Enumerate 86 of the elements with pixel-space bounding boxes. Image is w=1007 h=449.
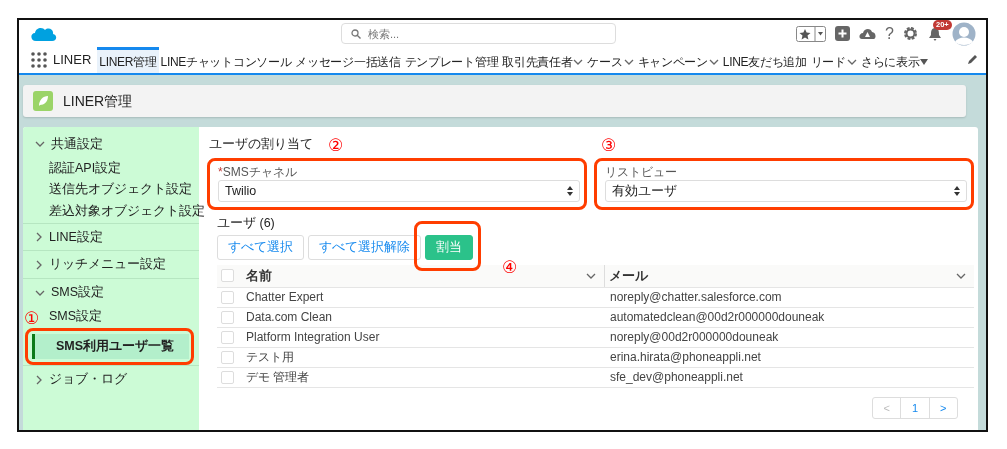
field-label: SMSチャネル	[222, 165, 297, 179]
nav-tab[interactable]: リード	[808, 47, 859, 73]
caret-down-icon	[920, 58, 929, 65]
column-title: メール	[609, 267, 648, 285]
table-cell-text: noreply@chatter.salesforce.com	[609, 289, 783, 307]
settings-icon[interactable]	[903, 26, 918, 41]
section-label: ジョブ・ログ	[49, 371, 127, 389]
select-field[interactable]: Twilio	[218, 180, 580, 203]
nav-tab[interactable]: 取引先責任者	[500, 47, 586, 73]
row-checkbox[interactable]	[221, 370, 234, 384]
chevron-down-icon[interactable]	[573, 57, 584, 66]
table-cell-text: Platform Integration User	[245, 329, 381, 347]
nav-tab[interactable]: LINEチャットコンソール	[158, 47, 294, 73]
nav-tab[interactable]: ケース	[585, 47, 636, 73]
annotation-number: ③	[601, 137, 617, 154]
nav-tab[interactable]: テンプレート管理	[402, 47, 501, 73]
pencil-icon[interactable]	[966, 54, 978, 66]
table-cell-text: Chatter Expert	[245, 289, 325, 307]
page-number-button[interactable]: 1	[900, 397, 929, 418]
bell-icon[interactable]	[927, 25, 943, 42]
table-cell-text: Data.com Clean	[245, 309, 334, 327]
chevron-down-icon[interactable]	[623, 57, 634, 66]
select-field[interactable]: 有効ユーザ	[605, 180, 967, 203]
nav-tab[interactable]: キャンペーン	[635, 47, 721, 73]
table-cell-text: sfe_dev@phoneappli.net	[609, 369, 744, 387]
annotation-number: ②	[328, 137, 344, 154]
annotation-number: ④	[502, 259, 518, 277]
users-count-label: ユーザ (6)	[217, 215, 276, 233]
table-cell-text: automatedclean@00d2r000000douneak	[609, 309, 826, 327]
annotation-number: ①	[24, 309, 40, 327]
sort-arrows-icon	[567, 186, 573, 197]
chevron-down-icon[interactable]	[956, 271, 966, 280]
search-icon	[351, 29, 361, 39]
row-checkbox[interactable]	[221, 350, 234, 364]
sidebar-item[interactable]: 認証API設定	[47, 157, 124, 180]
section-heading: ユーザの割り当て	[209, 135, 313, 153]
sidebar-item[interactable]: SMS利用ユーザ一覧	[32, 333, 189, 360]
sidebar-item[interactable]: 送信先オブジェクト設定	[47, 179, 194, 201]
nav-tab[interactable]: LINER管理	[97, 47, 159, 73]
nav-tab[interactable]: LINE友だち追加	[720, 47, 809, 73]
sidebar-section[interactable]: SMS設定	[23, 279, 199, 306]
more-tab[interactable]: さらに表示	[858, 47, 931, 73]
action-button[interactable]: すべて選択	[217, 235, 304, 260]
row-checkbox[interactable]	[221, 290, 234, 304]
help-icon[interactable]: ?	[885, 25, 894, 42]
chevron-right-icon	[35, 232, 43, 242]
section-label: 共通設定	[51, 136, 103, 153]
chevron-down-icon[interactable]	[708, 57, 719, 66]
page-title: LINER管理	[63, 91, 133, 111]
column-title: 名前	[246, 267, 272, 285]
next-page-button[interactable]: >	[928, 397, 957, 418]
table-cell-text: erina.hirata@phoneappli.net	[609, 349, 762, 367]
sidebar-item[interactable]: 差込対象オブジェクト設定	[47, 201, 207, 223]
plus-icon[interactable]	[835, 26, 851, 41]
chevron-down-icon	[35, 140, 45, 149]
row-checkbox[interactable]	[221, 330, 234, 344]
app-name: LINER	[53, 51, 92, 70]
sidebar-section[interactable]: LINE設定	[23, 223, 199, 251]
chevron-right-icon	[35, 259, 43, 270]
section-label: SMS設定	[51, 284, 105, 302]
cloud-icon[interactable]	[859, 26, 877, 41]
table-cell-text: noreply@00d2r000000douneak	[609, 329, 780, 347]
sidebar-section[interactable]: リッチメニュー設定	[23, 251, 199, 279]
sidebar-section[interactable]: ジョブ・ログ	[23, 366, 199, 393]
sidebar-section[interactable]: 共通設定	[23, 131, 199, 158]
chevron-down-icon[interactable]	[586, 271, 596, 280]
section-label: リッチメニュー設定	[49, 256, 166, 274]
sidebar-item[interactable]: SMS設定	[47, 305, 105, 328]
action-button[interactable]: すべて選択解除	[308, 235, 421, 260]
chevron-down-icon	[35, 288, 45, 297]
table-cell-text: テスト用	[245, 349, 295, 367]
row-checkbox[interactable]	[221, 310, 234, 324]
table-cell-text: デモ 管理者	[245, 369, 311, 387]
favorites-dropdown-icon[interactable]	[796, 25, 827, 42]
required-asterisk: *	[218, 165, 223, 179]
app-launcher-icon[interactable]	[31, 52, 47, 68]
sort-arrows-icon	[954, 186, 960, 197]
nav-tab[interactable]: メッセージ一括送信	[293, 47, 403, 73]
select-all-checkbox[interactable]	[221, 269, 234, 283]
chevron-right-icon	[35, 374, 43, 385]
field-label: リストビュー	[605, 165, 677, 179]
select-value: Twilio	[225, 183, 257, 200]
select-value: 有効ユーザ	[612, 183, 677, 200]
search-field[interactable]: 検索...	[341, 23, 616, 44]
section-label: LINE設定	[49, 228, 103, 246]
chevron-down-icon[interactable]	[846, 57, 857, 66]
